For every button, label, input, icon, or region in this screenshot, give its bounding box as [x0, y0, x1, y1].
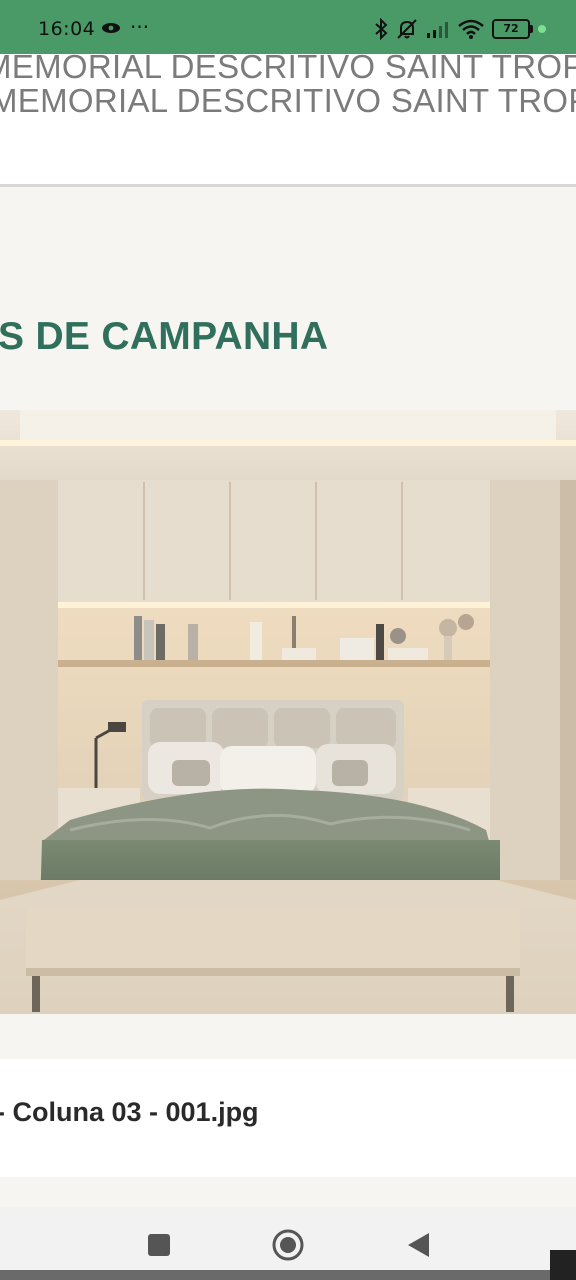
square-icon: [148, 1234, 170, 1256]
back-button[interactable]: [400, 1227, 436, 1263]
signal-icon: [427, 22, 448, 38]
wifi-icon: [458, 19, 484, 39]
image-caption-bar: - Coluna 03 - 001.jpg: [0, 1059, 576, 1177]
section-title: S DE CAMPANHA: [0, 315, 329, 358]
bell-off-icon: [397, 19, 417, 39]
status-bar: 16:04 ··· 72: [0, 0, 576, 54]
battery-icon: 72: [492, 19, 533, 39]
home-circle-icon: [272, 1229, 304, 1261]
privacy-dot: [538, 25, 546, 33]
eye-icon: [102, 23, 120, 33]
overflow-dots: ···: [130, 15, 150, 39]
document-title-line-2: MEMORIAL DESCRITIVO SAINT TROPEZ: [0, 82, 576, 119]
status-icons: 72: [374, 17, 546, 41]
status-time: 16:04: [38, 18, 96, 40]
gesture-strip-end: [550, 1250, 576, 1280]
navigation-bar: [0, 1207, 576, 1280]
bedroom-photo[interactable]: [0, 410, 576, 1014]
recent-apps-button[interactable]: [141, 1227, 177, 1263]
image-filename[interactable]: - Coluna 03 - 001.jpg: [0, 1097, 259, 1128]
bluetooth-icon: [375, 18, 388, 40]
document-header: MEMORIAL DESCRITIVO SAINT TROPEZ MEMORIA…: [0, 54, 576, 184]
home-button[interactable]: [270, 1227, 306, 1263]
back-triangle-icon: [408, 1233, 429, 1257]
main-content: S DE CAMPANHA - Coluna 03 - 001.jpg: [0, 187, 576, 1207]
gesture-strip: [0, 1270, 576, 1280]
